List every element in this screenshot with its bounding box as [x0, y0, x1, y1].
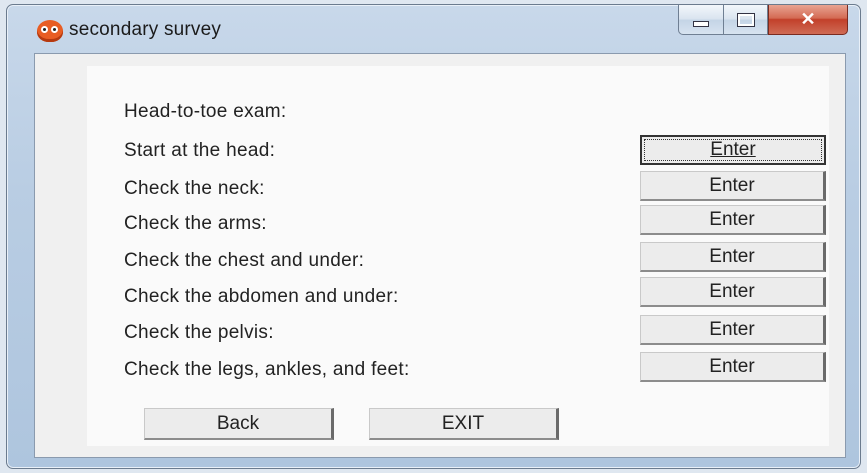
- back-button[interactable]: Back: [144, 408, 334, 440]
- maximize-button[interactable]: [723, 5, 768, 35]
- enter-button-legs[interactable]: Enter: [640, 352, 826, 382]
- owl-eye-right: [51, 26, 58, 33]
- enter-button-abdomen[interactable]: Enter: [640, 277, 826, 307]
- enter-button-chest[interactable]: Enter: [640, 242, 826, 272]
- owl-eye-left: [41, 26, 48, 33]
- row-label-arms: Check the arms:: [124, 213, 267, 234]
- heading-label: Head-to-toe exam:: [124, 101, 287, 122]
- owl-icon[interactable]: [37, 20, 63, 42]
- exit-button[interactable]: EXIT: [369, 408, 559, 440]
- enter-button-arms[interactable]: Enter: [640, 205, 826, 235]
- app-window: secondary survey ✕ Head-to-toe exam: Sta…: [6, 4, 861, 469]
- row-label-legs: Check the legs, ankles, and feet:: [124, 359, 410, 380]
- back-button-label: Back: [216, 412, 260, 434]
- row-label-neck: Check the neck:: [124, 178, 265, 199]
- enter-button-head[interactable]: Enter: [640, 135, 826, 165]
- row-label-pelvis: Check the pelvis:: [124, 322, 274, 343]
- maximize-icon: [737, 13, 754, 26]
- row-label-chest: Check the chest and under:: [124, 250, 365, 271]
- caption-buttons: ✕: [678, 5, 848, 37]
- enter-button-label: Enter: [710, 139, 756, 160]
- title-bar[interactable]: secondary survey ✕: [7, 5, 860, 53]
- enter-button-pelvis[interactable]: Enter: [640, 315, 826, 345]
- close-icon: ✕: [800, 9, 816, 29]
- exit-button-label: EXIT: [441, 412, 485, 434]
- close-button[interactable]: ✕: [768, 5, 848, 35]
- enter-button-neck[interactable]: Enter: [640, 171, 826, 201]
- minimize-icon: [693, 20, 709, 27]
- window-title: secondary survey: [69, 19, 222, 40]
- minimize-button[interactable]: [678, 5, 723, 35]
- row-label-head: Start at the head:: [124, 140, 276, 161]
- row-label-abdomen: Check the abdomen and under:: [124, 286, 399, 307]
